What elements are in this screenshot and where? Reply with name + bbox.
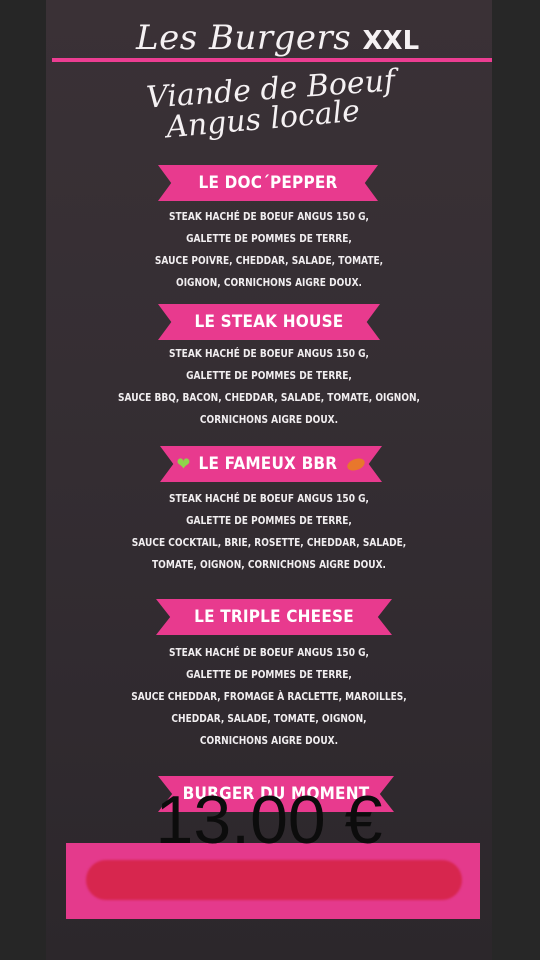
item-name: LE FAMEUX BBR [198, 454, 338, 474]
description-line: GALETTE DE POMMES DE TERRE, [186, 669, 352, 681]
item-ribbon-fameux-bbr: ❤ LE FAMEUX BBR [160, 446, 382, 482]
description-line: GALETTE DE POMMES DE TERRE, [186, 515, 352, 527]
item-ribbon-doc-pepper: LE DOC´PEPPER [158, 165, 378, 201]
title-divider [52, 58, 492, 62]
description-line: CHEDDAR, SALADE, TOMATE, OIGNON, [171, 713, 367, 725]
description-line: STEAK HACHÉ DE BOEUF ANGUS 150 G, [169, 493, 369, 505]
menu-title-suffix: XXL [362, 26, 420, 56]
description-line: GALETTE DE POMMES DE TERRE, [186, 233, 352, 245]
description-line: SAUCE CHEDDAR, FROMAGE À RACLETTE, MAROI… [131, 691, 407, 703]
description-line: TOMATE, OIGNON, CORNICHONS AIGRE DOUX. [151, 559, 386, 571]
item-description-doc-pepper: STEAK HACHÉ DE BOEUF ANGUS 150 G, GALETT… [77, 206, 461, 294]
menu-title-main: Les Burgers [136, 18, 352, 58]
description-line: STEAK HACHÉ DE BOEUF ANGUS 150 G, [169, 348, 369, 360]
item-description-triple-cheese: STEAK HACHÉ DE BOEUF ANGUS 150 G, GALETT… [77, 642, 461, 752]
photo-background-right [492, 0, 540, 960]
menu-board: Les Burgers XXL Viande de Boeuf Angus lo… [46, 0, 492, 960]
item-name: LE DOC´PEPPER [198, 173, 338, 193]
menu-title: Les Burgers XXL [136, 18, 419, 58]
description-line: OIGNON, CORNICHONS AIGRE DOUX. [176, 277, 362, 289]
description-line: CORNICHONS AIGRE DOUX. [199, 735, 339, 747]
description-line: STEAK HACHÉ DE BOEUF ANGUS 150 G, [169, 647, 369, 659]
item-name: LE TRIPLE CHEESE [194, 607, 354, 627]
redaction-mark [86, 860, 462, 900]
description-line: STEAK HACHÉ DE BOEUF ANGUS 150 G, [169, 211, 369, 223]
item-ribbon-triple-cheese: LE TRIPLE CHEESE [156, 599, 392, 635]
description-line: GALETTE DE POMMES DE TERRE, [186, 370, 352, 382]
item-ribbon-steak-house: LE STEAK HOUSE [158, 304, 380, 340]
price-overlay: 13.00 € [155, 782, 383, 858]
description-line: SAUCE COCKTAIL, BRIE, ROSETTE, CHEDDAR, … [131, 537, 407, 549]
description-line: CORNICHONS AIGRE DOUX. [199, 414, 339, 426]
rugby-ball-icon [345, 455, 367, 473]
description-line: SAUCE BBQ, BACON, CHEDDAR, SALADE, TOMAT… [118, 392, 420, 404]
item-description-steak-house: STEAK HACHÉ DE BOEUF ANGUS 150 G, GALETT… [77, 343, 461, 431]
photo-background-left [0, 0, 46, 960]
green-heart-icon: ❤ [176, 453, 191, 475]
item-description-fameux-bbr: STEAK HACHÉ DE BOEUF ANGUS 150 G, GALETT… [77, 488, 461, 576]
item-name: LE STEAK HOUSE [194, 312, 344, 332]
description-line: SAUCE POIVRE, CHEDDAR, SALADE, TOMATE, [154, 255, 384, 267]
